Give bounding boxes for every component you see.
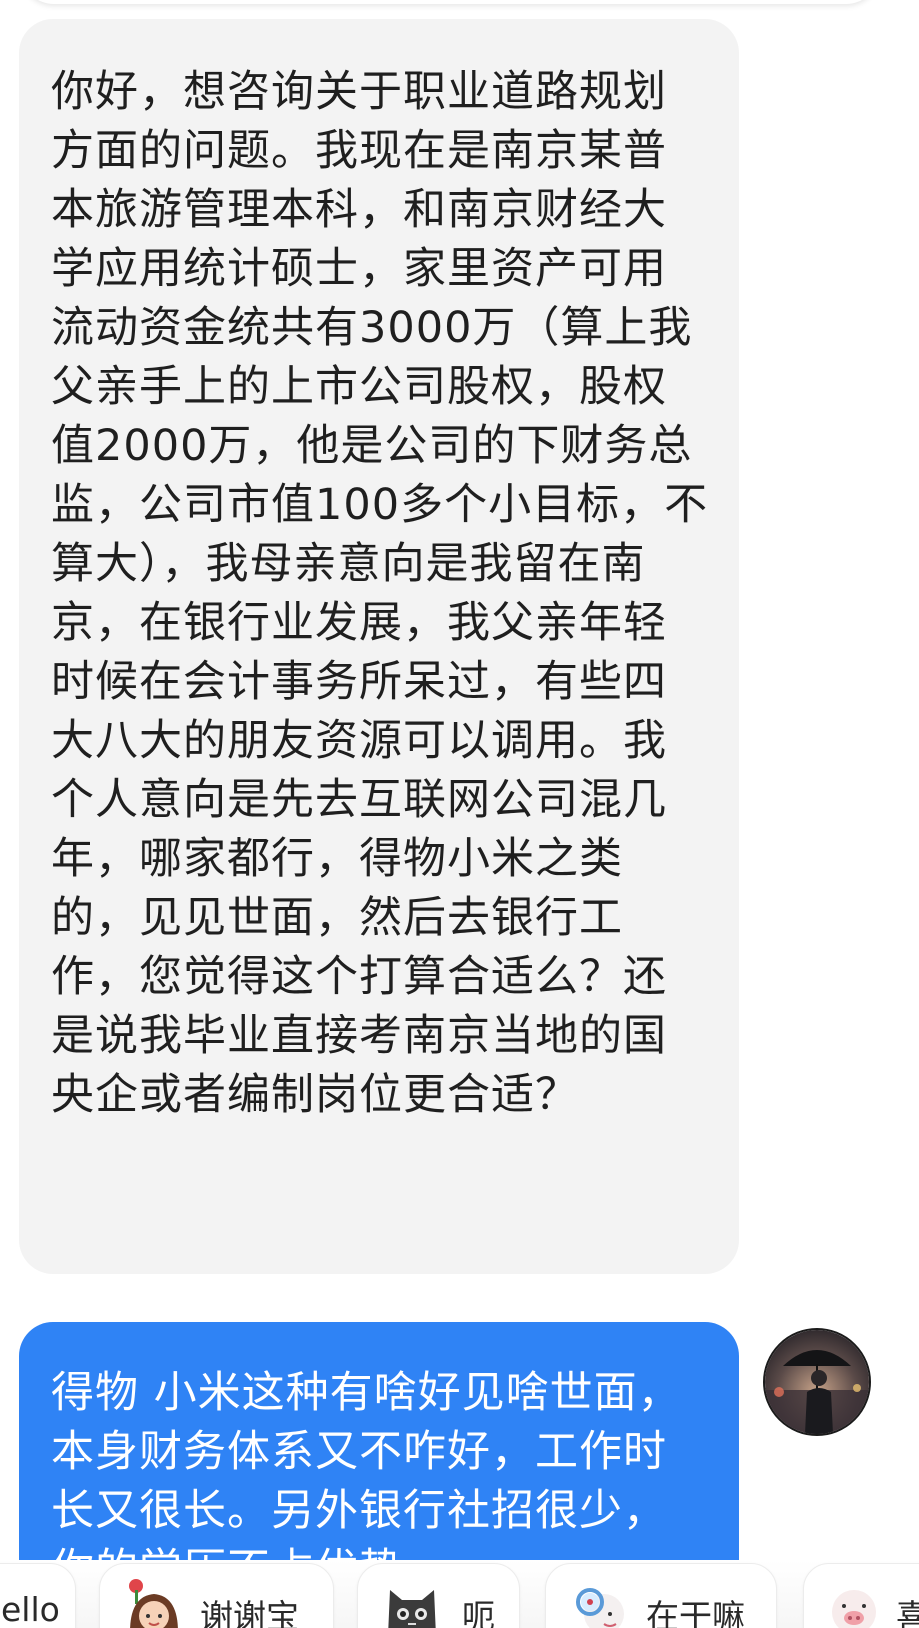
user-avatar[interactable] bbox=[763, 1328, 871, 1436]
magnifier-sheep-sticker-icon bbox=[576, 1588, 624, 1628]
previous-message-edge bbox=[20, 0, 880, 4]
quick-reply-whats-up[interactable]: 在干嘛 bbox=[545, 1563, 777, 1628]
quick-reply-label: 呃 bbox=[462, 1597, 495, 1628]
quick-reply-label: 谢谢宝 bbox=[200, 1597, 299, 1628]
quick-reply-thanks[interactable]: 谢谢宝 bbox=[99, 1563, 334, 1628]
incoming-message-bubble[interactable]: 你好，想咨询关于职业道路规划方面的问题。我现在是南京某普本旅游管理本科，和南京财… bbox=[19, 19, 739, 1274]
person-with-umbrella-avatar-icon bbox=[765, 1330, 869, 1434]
quick-reply-happy[interactable]: 喜 bbox=[803, 1563, 919, 1628]
quick-reply-hello[interactable]: ello bbox=[0, 1563, 76, 1628]
chat-screen: 你好，想咨询关于职业道路规划方面的问题。我现在是南京某普本旅游管理本科，和南京财… bbox=[0, 0, 919, 1628]
quick-reply-label: ello bbox=[1, 1590, 60, 1628]
quick-reply-uh[interactable]: 呃 bbox=[357, 1563, 520, 1628]
quick-reply-label: 在干嘛 bbox=[646, 1597, 745, 1628]
quick-reply-label: 喜 bbox=[896, 1597, 919, 1628]
pig-sticker-icon bbox=[832, 1590, 876, 1628]
quick-reply-bar: ello 谢谢宝 呃 在干嘛 喜 bbox=[0, 1560, 919, 1628]
cat-sticker-icon bbox=[388, 1590, 436, 1628]
flower-girl-sticker-icon bbox=[129, 1579, 178, 1628]
